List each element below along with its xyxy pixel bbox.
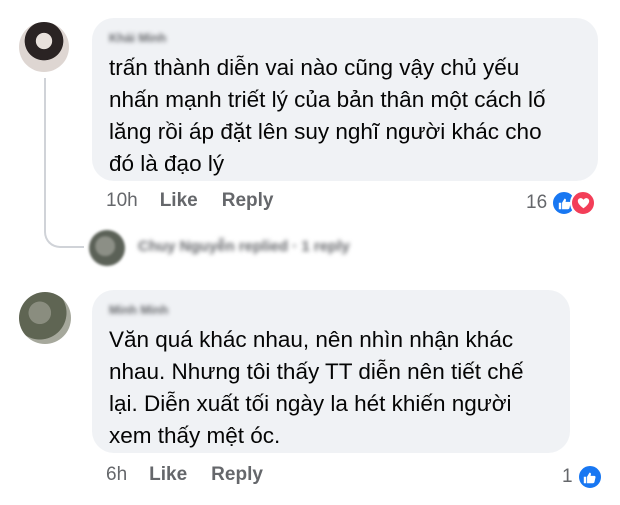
reaction-summary[interactable]: 1 (562, 464, 603, 490)
reply-thread-connector (44, 78, 84, 248)
reaction-count: 1 (562, 466, 573, 487)
comment-timestamp[interactable]: 10h (106, 190, 138, 212)
reply-button[interactable]: Reply (211, 464, 263, 486)
comment-timestamp[interactable]: 6h (106, 464, 127, 486)
love-icon (570, 190, 597, 216)
comment-bubble: Minh Minh Văn quá khác nhau, nên nhìn nh… (92, 290, 570, 453)
comment-text: trấn thành diễn vai nào cũng vậy chủ yếu… (109, 55, 546, 176)
view-replies-link[interactable]: Chuy Nguyễn replied · 1 reply (138, 238, 350, 255)
comment-actions: 10h Like Reply (106, 190, 273, 212)
comment-text: Văn quá khác nhau, nên nhìn nhận khác nh… (109, 327, 524, 448)
like-button[interactable]: Like (149, 464, 187, 486)
replier-avatar[interactable] (89, 230, 125, 266)
reply-button[interactable]: Reply (222, 190, 274, 212)
comment-actions: 6h Like Reply (106, 464, 263, 486)
reaction-summary[interactable]: 16 (526, 190, 597, 216)
comment-author[interactable]: Minh Minh (109, 303, 570, 321)
like-button[interactable]: Like (160, 190, 198, 212)
commenter-avatar[interactable] (19, 22, 69, 72)
like-icon (576, 464, 603, 490)
comment-bubble: Khải Minh trấn thành diễn vai nào cũng v… (92, 18, 598, 181)
reaction-count: 16 (526, 192, 548, 213)
comment-author[interactable]: Khải Minh (109, 31, 598, 49)
commenter-avatar[interactable] (19, 292, 71, 344)
